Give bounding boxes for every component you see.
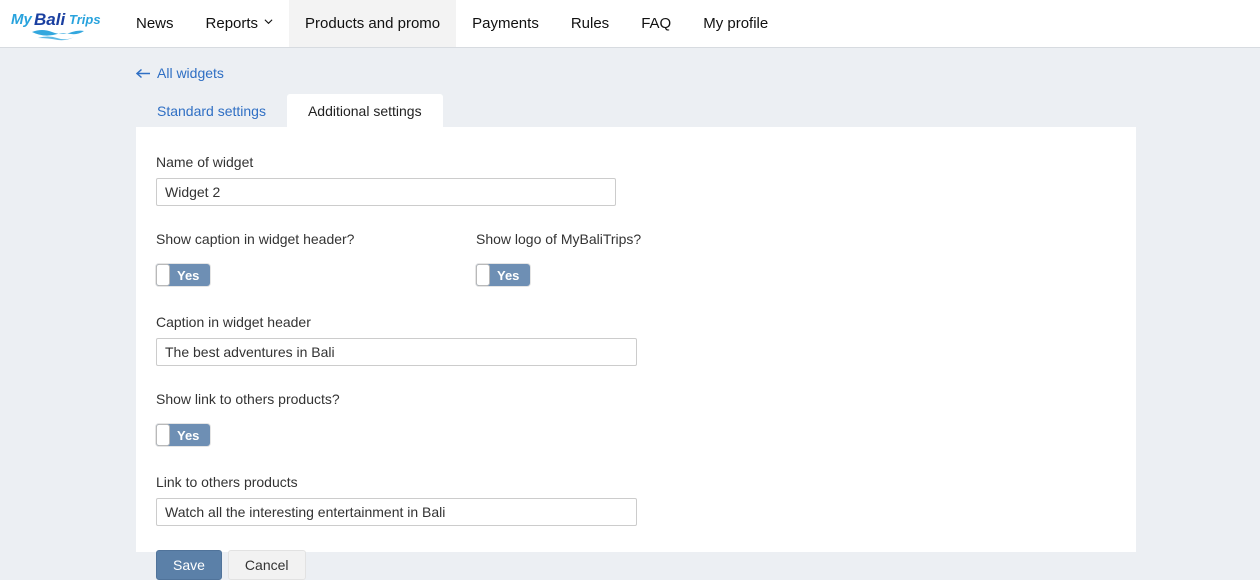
nav-item-my-profile[interactable]: My profile <box>687 0 784 47</box>
toggle-state-label: Yes <box>177 427 200 443</box>
back-link-label: All widgets <box>157 65 224 81</box>
field-show-link: Show link to others products? Yes <box>156 390 1096 449</box>
toggle-state-label: Yes <box>177 267 200 283</box>
save-button[interactable]: Save <box>156 550 222 580</box>
tab-additional-settings[interactable]: Additional settings <box>286 94 443 130</box>
main-nav-list: News Reports Products and promo Payments… <box>120 0 784 47</box>
show-link-toggle[interactable]: Yes <box>156 424 211 446</box>
nav-item-label: Rules <box>570 15 610 32</box>
name-of-widget-label: Name of widget <box>156 154 254 170</box>
show-caption-toggle[interactable]: Yes <box>156 264 211 286</box>
nav-item-rules[interactable]: Rules <box>555 0 625 47</box>
show-logo-toggle[interactable]: Yes <box>476 264 531 286</box>
field-show-caption: Show caption in widget header? Yes <box>156 230 476 289</box>
nav-item-label: Reports <box>205 15 259 32</box>
field-show-logo: Show logo of MyBaliTrips? Yes <box>476 230 876 289</box>
logo-graphic: My Bali Trips <box>11 10 101 40</box>
nav-item-label: FAQ <box>641 15 672 32</box>
arrow-left-icon <box>136 68 151 79</box>
nav-item-reports[interactable]: Reports <box>190 0 290 47</box>
toggle-state-label: Yes <box>497 267 520 283</box>
link-to-products-input[interactable] <box>156 498 637 526</box>
caption-in-header-label: Caption in widget header <box>156 314 311 330</box>
name-of-widget-input[interactable] <box>156 178 616 206</box>
top-navigation-bar: My Bali Trips News Reports Products and … <box>0 0 1260 48</box>
mybalitrips-logo[interactable]: My Bali Trips <box>8 0 108 47</box>
svg-text:Trips: Trips <box>69 12 101 27</box>
svg-text:Bali: Bali <box>34 10 66 29</box>
settings-card: Name of widget Show caption in widget he… <box>136 127 1136 580</box>
toggle-knob <box>156 264 170 286</box>
field-link-to-products: Link to others products <box>156 473 1096 526</box>
toggle-knob <box>156 424 170 446</box>
nav-item-label: Products and promo <box>305 15 441 32</box>
nav-item-label: Payments <box>472 15 539 32</box>
form-actions: Save Cancel <box>156 550 1096 580</box>
toggle-knob <box>476 264 490 286</box>
nav-item-payments[interactable]: Payments <box>456 0 555 47</box>
toggles-row: Show caption in widget header? Yes Show … <box>156 230 1096 289</box>
nav-item-label: My profile <box>703 15 769 32</box>
field-name-of-widget: Name of widget <box>156 153 1096 206</box>
nav-item-faq[interactable]: FAQ <box>625 0 687 47</box>
settings-tab-strip: Standard settings Additional settings <box>136 94 443 130</box>
nav-item-label: News <box>136 15 174 32</box>
tab-standard-settings[interactable]: Standard settings <box>136 94 287 130</box>
page-body: All widgets Standard settings Additional… <box>0 48 1260 580</box>
widget-settings-form: Name of widget Show caption in widget he… <box>156 153 1096 580</box>
caption-in-header-input[interactable] <box>156 338 637 366</box>
back-to-all-widgets-link[interactable]: All widgets <box>136 65 224 81</box>
chevron-down-icon <box>264 17 273 26</box>
nav-item-products-and-promo[interactable]: Products and promo <box>289 0 457 47</box>
field-caption-in-header: Caption in widget header <box>156 313 1096 366</box>
show-caption-label: Show caption in widget header? <box>156 231 355 247</box>
cancel-button[interactable]: Cancel <box>227 550 306 580</box>
link-to-products-label: Link to others products <box>156 474 298 490</box>
show-link-label: Show link to others products? <box>156 391 340 407</box>
show-logo-label: Show logo of MyBaliTrips? <box>476 231 642 247</box>
svg-text:My: My <box>11 11 32 28</box>
nav-item-news[interactable]: News <box>120 0 190 47</box>
